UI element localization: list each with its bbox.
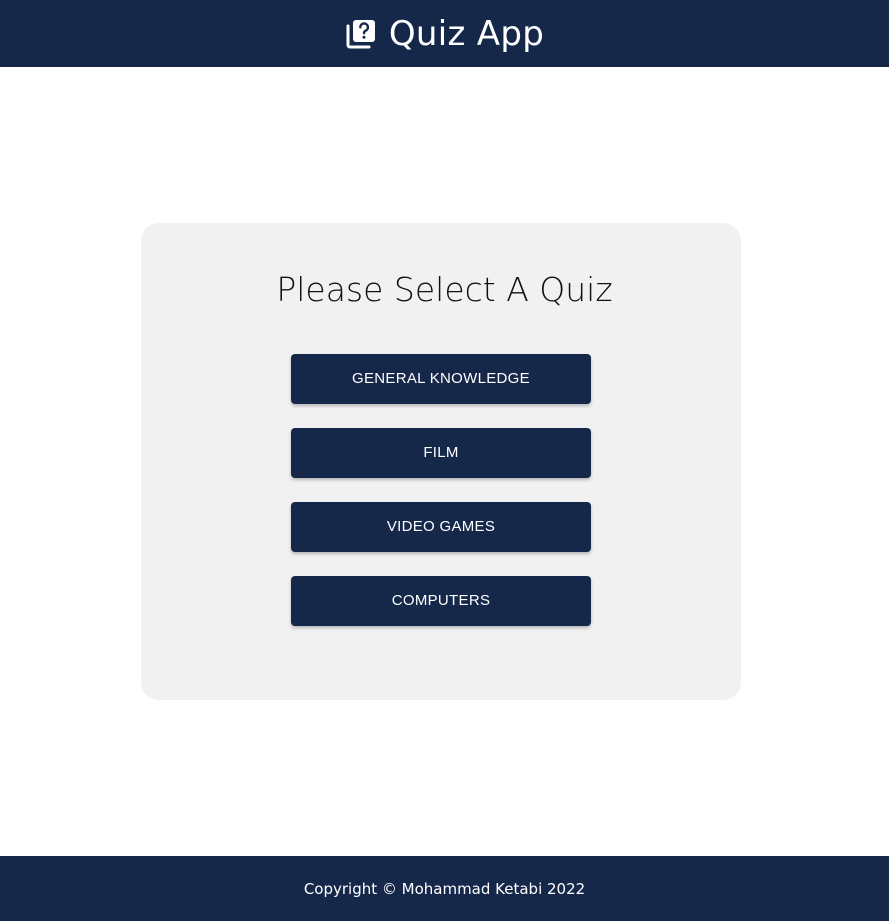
app-title: Quiz App — [388, 13, 545, 54]
copyright-text: Copyright © Mohammad Ketabi 2022 — [303, 879, 586, 898]
app-header: Quiz App — [0, 0, 889, 67]
film-button[interactable]: FILM — [291, 428, 591, 478]
general-knowledge-button[interactable]: GENERAL KNOWLEDGE — [291, 354, 591, 404]
computers-button[interactable]: COMPUTERS — [291, 576, 591, 626]
quiz-icon — [345, 18, 377, 50]
video-games-button[interactable]: VIDEO GAMES — [291, 502, 591, 552]
app-logo: Quiz App — [345, 14, 544, 54]
page-title: Please Select A Quiz — [276, 270, 613, 309]
app-footer: Copyright © Mohammad Ketabi 2022 — [0, 856, 889, 921]
